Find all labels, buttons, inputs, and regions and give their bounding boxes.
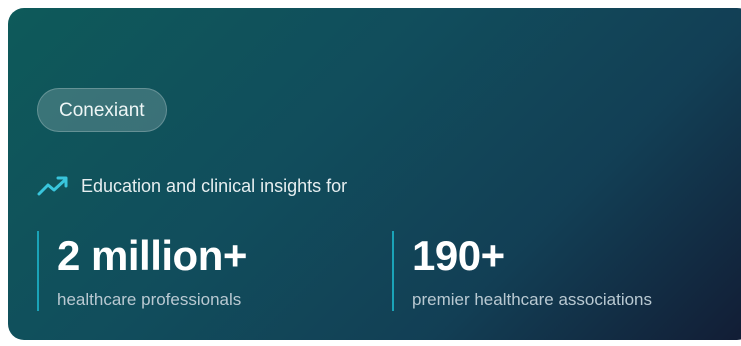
insight-row: Education and clinical insights for [37, 172, 347, 200]
stat-label: premier healthcare associations [412, 290, 653, 309]
stat-value: 190+ [412, 232, 505, 279]
promo-card: Conexiant Education and clinical insight… [8, 8, 741, 340]
stat-value: 2 million+ [57, 232, 247, 279]
stat-associations: 190+ premier healthcare associations [392, 231, 652, 311]
insight-text: Education and clinical insights for [81, 175, 348, 196]
brand-badge: Conexiant [37, 88, 167, 132]
stat-professionals: 2 million+ healthcare professionals [37, 231, 247, 311]
brand-name: Conexiant [59, 100, 145, 121]
trending-up-icon [37, 175, 69, 197]
stat-label: healthcare professionals [57, 290, 242, 309]
